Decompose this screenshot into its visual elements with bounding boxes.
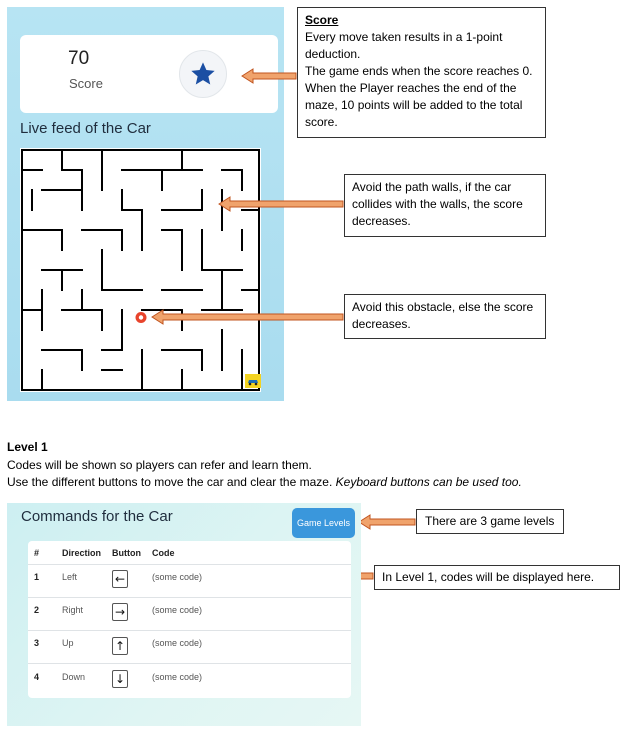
callout-walls: Avoid the path walls, if the car collide… bbox=[344, 174, 546, 237]
obstacle-icon bbox=[135, 311, 147, 329]
row-code: (some code) bbox=[152, 672, 203, 682]
level-title: Level 1 bbox=[7, 440, 48, 454]
row-num: 4 bbox=[34, 672, 40, 682]
row-direction: Left bbox=[62, 572, 78, 582]
row-direction: Down bbox=[62, 672, 86, 682]
level-instructions-italic: Keyboard buttons can be used too. bbox=[335, 475, 522, 489]
maze-view bbox=[20, 148, 261, 392]
row-direction: Right bbox=[62, 605, 84, 615]
arrow-down-button[interactable]: ↓ bbox=[112, 670, 128, 688]
row-code: (some code) bbox=[152, 605, 203, 615]
table-divider bbox=[28, 630, 351, 631]
callout-obstacle-line: decreases. bbox=[352, 317, 411, 331]
callout-score-line: deduction. bbox=[305, 47, 361, 61]
pointer-arrow-icon bbox=[218, 196, 344, 212]
table-divider bbox=[28, 663, 351, 664]
callout-obstacle: Avoid this obstacle, else the score decr… bbox=[344, 294, 546, 339]
maze-walls bbox=[21, 149, 260, 391]
score-value: 70 bbox=[68, 48, 90, 69]
header-direction: Direction bbox=[62, 548, 102, 558]
callout-walls-line: Avoid the path walls, if the car bbox=[352, 180, 512, 194]
callout-score-line: When the Player reaches the end of the bbox=[305, 81, 517, 95]
arrow-up-button[interactable]: ↑ bbox=[112, 637, 128, 655]
level-instructions: Use the different buttons to move the ca… bbox=[7, 475, 522, 489]
game-levels-button[interactable]: Game Levels bbox=[292, 508, 355, 538]
table-divider bbox=[28, 564, 351, 565]
callout-score-line: The game ends when the score reaches 0. bbox=[305, 64, 533, 78]
level-description: Codes will be shown so players can refer… bbox=[7, 458, 312, 472]
star-icon bbox=[179, 50, 227, 98]
row-num: 1 bbox=[34, 572, 40, 582]
callout-score-title: Score bbox=[305, 13, 339, 27]
level-instructions-text: Use the different buttons to move the ca… bbox=[7, 475, 336, 489]
arrow-left-button[interactable]: ← bbox=[112, 570, 128, 588]
pointer-arrow-icon bbox=[358, 514, 416, 530]
live-feed-title: Live feed of the Car bbox=[20, 120, 151, 137]
callout-codes: In Level 1, codes will be displayed here… bbox=[374, 565, 620, 590]
header-button: Button bbox=[112, 548, 141, 558]
header-num: # bbox=[34, 548, 40, 558]
row-code: (some code) bbox=[152, 638, 203, 648]
commands-title: Commands for the Car bbox=[21, 508, 173, 525]
car-icon bbox=[245, 374, 261, 393]
callout-walls-line: decreases. bbox=[352, 214, 411, 228]
callout-score-line: maze, 10 points will be added to the tot… bbox=[305, 98, 523, 112]
callout-obstacle-line: Avoid this obstacle, else the score bbox=[352, 300, 534, 314]
row-num: 3 bbox=[34, 638, 40, 648]
pointer-arrow-icon bbox=[151, 309, 344, 325]
pointer-arrow-icon bbox=[241, 68, 297, 84]
row-code: (some code) bbox=[152, 572, 203, 582]
row-direction: Up bbox=[62, 638, 74, 648]
score-label: Score bbox=[69, 76, 103, 91]
callout-walls-line: collides with the walls, the score bbox=[352, 197, 523, 211]
callout-score-line: score. bbox=[305, 115, 338, 129]
header-code: Code bbox=[152, 548, 175, 558]
table-divider bbox=[28, 597, 351, 598]
callout-score-line: Every move taken results in a 1-point bbox=[305, 30, 503, 44]
score-card bbox=[20, 35, 278, 113]
row-num: 2 bbox=[34, 605, 40, 615]
callout-score: Score Every move taken results in a 1-po… bbox=[297, 7, 546, 138]
arrow-right-button[interactable]: → bbox=[112, 603, 128, 621]
callout-levels: There are 3 game levels bbox=[416, 509, 564, 534]
